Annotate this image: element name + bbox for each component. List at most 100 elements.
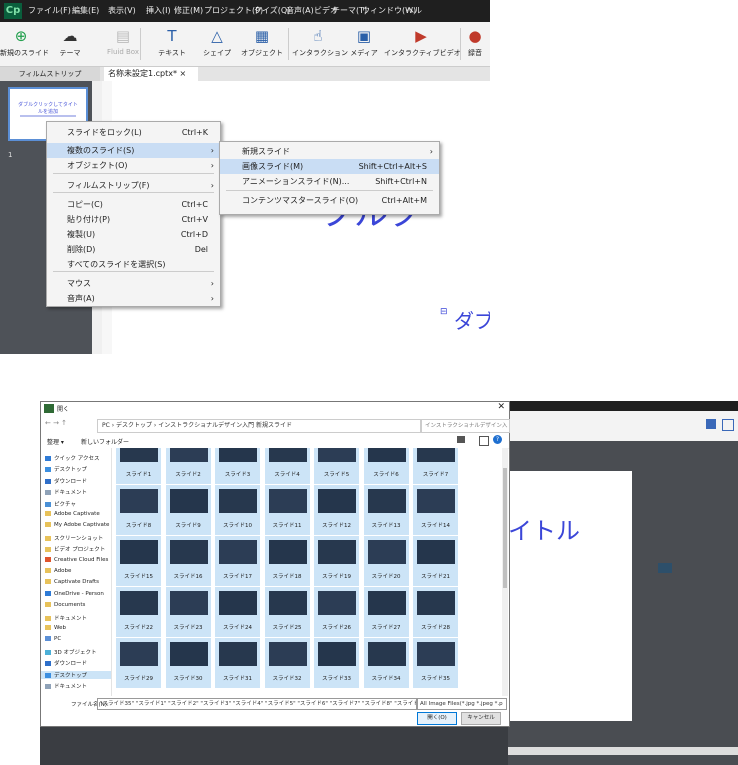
file-item[interactable]: スライド2 [165, 448, 211, 484]
file-item[interactable]: スライド19 [314, 536, 359, 586]
submenu-item[interactable]: アニメーションスライド(N)... Shift+Ctrl+N [220, 174, 439, 189]
menu-item[interactable]: 編集(E) [72, 5, 99, 16]
view-icon[interactable] [457, 436, 465, 443]
file-item[interactable]: スライド14 [413, 485, 458, 535]
nav-item[interactable]: My Adobe Captivate [45, 522, 109, 528]
nav-item[interactable]: PC [45, 636, 61, 642]
file-item[interactable]: スライド17 [215, 536, 260, 586]
nav-item[interactable]: ドキュメント [45, 682, 87, 690]
file-grid-scrollbar[interactable] [502, 448, 508, 696]
nav-item[interactable]: ビデオ プロジェクト [45, 545, 105, 553]
context-menu-item[interactable]: フィルムストリップ(F) › [47, 178, 220, 193]
filename-input[interactable]: "スライド35" "スライド1" "スライド2" "スライド3" "スライド4"… [97, 698, 417, 710]
file-item[interactable]: スライド6 [363, 448, 409, 484]
nav-item[interactable]: OneDrive - Person [45, 590, 104, 597]
file-item[interactable]: スライド24 [215, 587, 260, 637]
context-menu-item[interactable]: 貼り付け(P) Ctrl+V [47, 212, 220, 227]
filetype-select[interactable]: All Image Files(*.jpg *.jpeg *.p [417, 698, 507, 710]
nav-item[interactable]: ドキュメント [45, 614, 87, 622]
menu-item[interactable]: クイズ(Q) [254, 5, 290, 16]
file-item[interactable]: スライド11 [264, 485, 310, 535]
context-menu-item[interactable]: マウス › [47, 276, 220, 291]
nav-item[interactable]: Creative Cloud Files [45, 556, 108, 563]
context-menu-item[interactable]: 削除(D) Del [47, 242, 220, 257]
nav-item[interactable]: スクリーンショット [45, 534, 103, 542]
new-folder-button[interactable]: 新しいフォルダー [81, 437, 129, 446]
menu-item[interactable]: 音声(A) [286, 5, 314, 16]
scroll-thumb[interactable] [503, 468, 507, 588]
menu-item[interactable]: ヘル [406, 5, 422, 16]
nav-item[interactable]: ダウンロード [45, 659, 87, 667]
file-item[interactable]: スライド29 [116, 638, 161, 688]
file-item[interactable]: スライド34 [363, 638, 409, 688]
toolbar-button-hand[interactable]: ☝ インタラクション [292, 24, 348, 64]
context-menu-item[interactable]: 音声(A) › [47, 291, 220, 306]
file-item[interactable]: スライド22 [116, 587, 161, 637]
nav-item[interactable]: デスクトップ [41, 670, 111, 679]
context-menu-item[interactable]: 複数のスライド(S) › [47, 143, 220, 158]
organize-button[interactable]: 整理 ▾ [47, 437, 64, 446]
context-menu-item[interactable]: 複製(U) Ctrl+D [47, 227, 220, 242]
help-icon[interactable]: ? [493, 435, 502, 444]
file-item[interactable]: スライド31 [215, 638, 260, 688]
file-item[interactable]: スライド8 [116, 485, 161, 535]
nav-item[interactable]: デスクトップ [45, 465, 87, 473]
file-item[interactable]: スライド21 [413, 536, 458, 586]
submenu-item[interactable]: 画像スライド(M) Shift+Ctrl+Alt+S [220, 159, 439, 174]
menu-item[interactable]: ファイル(F) [28, 5, 71, 16]
file-item[interactable]: スライド26 [314, 587, 359, 637]
close-icon[interactable]: ✕ [497, 402, 505, 412]
toolbar-button-object[interactable]: ▦ オブジェクト [238, 24, 286, 64]
menu-item[interactable]: 修正(M) [174, 5, 203, 16]
file-item[interactable]: スライド18 [264, 536, 310, 586]
context-menu-item[interactable]: コピー(C) Ctrl+C [47, 197, 220, 212]
nav-item[interactable]: Captivate Drafts [45, 579, 99, 585]
file-item[interactable]: スライド5 [314, 448, 359, 484]
toolbar-button-interactive-video[interactable]: ▶ インタラクティブビデオ [384, 24, 461, 64]
file-item[interactable]: スライド25 [264, 587, 310, 637]
nav-item[interactable]: Adobe Captivate [45, 511, 100, 517]
file-item[interactable]: スライド3 [215, 448, 260, 484]
tab-document[interactable]: 名称未設定1.cptx* × [104, 67, 198, 81]
nav-item[interactable]: ドキュメント [45, 488, 87, 496]
context-menu-item[interactable]: スライドをロック(L) Ctrl+K [47, 125, 220, 140]
tab-filmstrip[interactable]: フィルムストリップ [0, 67, 100, 81]
background-scrollbar[interactable] [508, 747, 738, 755]
file-item[interactable]: スライド23 [165, 587, 211, 637]
nav-item[interactable]: Web [45, 625, 66, 631]
toolbar-button-text[interactable]: T テキスト [152, 24, 192, 64]
submenu-item[interactable]: 新規スライド › [220, 144, 439, 159]
file-item[interactable]: スライド16 [165, 536, 211, 586]
canvas-subtitle-text[interactable]: ダブ [454, 305, 490, 334]
toolbar-button-palette[interactable]: ☁ テーマ [44, 24, 96, 64]
file-item[interactable]: スライド7 [413, 448, 458, 484]
submenu-item[interactable]: コンテンツマスタースライド(O) Ctrl+Alt+M [220, 193, 439, 208]
nav-item[interactable]: Adobe [45, 568, 71, 574]
file-item[interactable]: スライド32 [264, 638, 310, 688]
file-item[interactable]: スライド30 [165, 638, 211, 688]
toolbar-button-microphone[interactable]: ● 録音 [460, 24, 490, 64]
file-item[interactable]: スライド15 [116, 536, 161, 586]
nav-item[interactable]: ピクチャ [45, 500, 76, 508]
menu-item[interactable]: 挿入(I) [146, 5, 171, 16]
nav-item[interactable]: Documents [45, 602, 85, 608]
toolbar-button-media[interactable]: ▣ メディア [346, 24, 382, 64]
file-item[interactable]: スライド4 [264, 448, 310, 484]
file-item[interactable]: スライド35 [413, 638, 458, 688]
open-button[interactable]: 開く(O) [417, 712, 457, 725]
toolbar-button-add-circle[interactable]: ⊕ 新規のスライド [0, 24, 49, 64]
address-bar[interactable]: PC › デスクトップ › インストラクショナルデザイン入門 新規スライド [97, 419, 421, 433]
toolbar-button-shapes[interactable]: △ シェイプ [198, 24, 236, 64]
search-input[interactable]: インストラクショナルデザイン入門 [421, 419, 510, 441]
nav-item[interactable]: 3D オブジェクト [45, 648, 96, 656]
file-item[interactable]: スライド9 [165, 485, 211, 535]
back-forward-icon[interactable]: ← → ↑ [45, 419, 67, 427]
context-menu-item[interactable]: すべてのスライドを選択(S) [47, 257, 220, 272]
file-item[interactable]: スライド12 [314, 485, 359, 535]
file-item[interactable]: スライド20 [363, 536, 409, 586]
preview-pane-icon[interactable] [479, 436, 489, 446]
cancel-button[interactable]: キャンセル [461, 712, 501, 725]
file-item[interactable]: スライド28 [413, 587, 458, 637]
file-item[interactable]: スライド13 [363, 485, 409, 535]
nav-item[interactable]: クイック アクセス [45, 454, 99, 462]
